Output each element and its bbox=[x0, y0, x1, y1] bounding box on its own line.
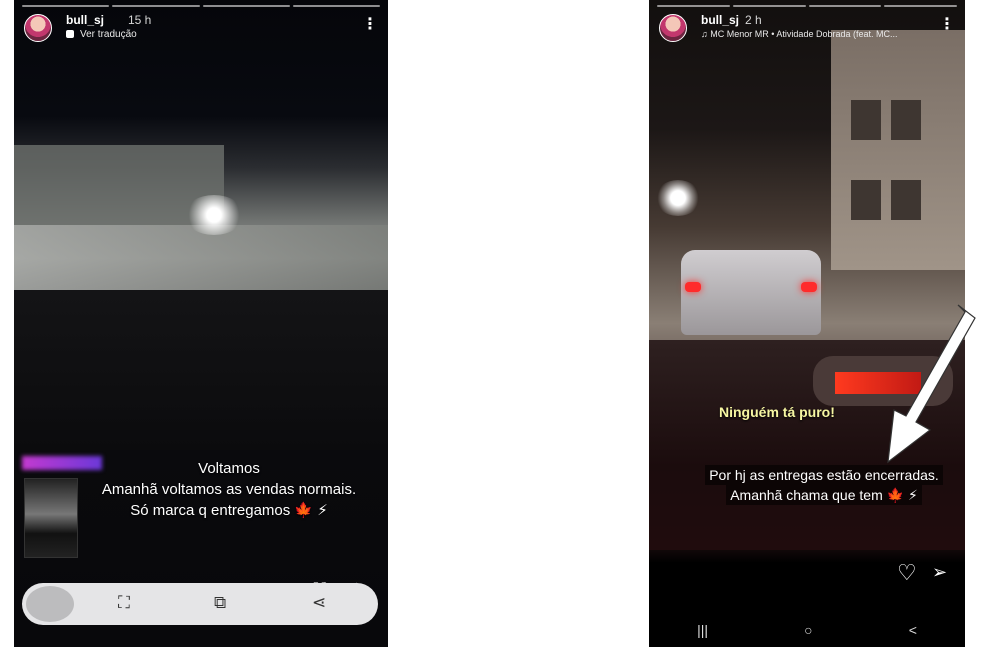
caption-line: Amanhã voltamos as vendas normais. bbox=[101, 481, 357, 498]
bubble-button[interactable] bbox=[26, 586, 74, 622]
bottom-toolbar: ⛶ ⧉ ⋖ bbox=[22, 583, 378, 625]
edit-image-icon[interactable]: ⧉ bbox=[214, 593, 226, 613]
story-header: bull_sj 2 h ♫ MC Menor MR • Atividade Do… bbox=[659, 12, 955, 44]
send-icon[interactable]: ➢ bbox=[932, 562, 947, 583]
translate-icon bbox=[66, 30, 74, 38]
avatar[interactable] bbox=[24, 14, 52, 42]
username[interactable]: bull_sj bbox=[701, 13, 739, 27]
scan-icon[interactable]: ⛶ bbox=[118, 593, 130, 613]
car-dashboard bbox=[14, 290, 388, 450]
background-light bbox=[184, 195, 244, 235]
story-progress bbox=[657, 5, 957, 7]
street-light bbox=[655, 180, 701, 216]
story-progress bbox=[22, 5, 380, 7]
car-ahead bbox=[681, 250, 821, 335]
sticker-text: Ninguém tá puro! bbox=[719, 404, 835, 420]
music-label[interactable]: ♫ MC Menor MR • Atividade Dobrada (feat.… bbox=[701, 29, 897, 39]
post-time: 15 h bbox=[128, 13, 152, 27]
post-time: 2 h bbox=[745, 13, 762, 27]
story-thumbnail[interactable] bbox=[24, 478, 78, 558]
more-options-icon[interactable]: ⋮ bbox=[939, 14, 955, 34]
android-nav-bar: ||| ○ < bbox=[649, 613, 965, 647]
caption-line: Só marca q entregamos 🍁 ⚡ bbox=[130, 502, 328, 519]
caption-line: Amanhã chama que tem 🍁 ⚡ bbox=[726, 485, 922, 505]
background-building bbox=[831, 30, 965, 270]
story-caption: Voltamos Amanhã voltamos as vendas norma… bbox=[74, 458, 384, 521]
music-title: MC Menor MR • Atividade Dobrada (feat. M… bbox=[710, 29, 898, 39]
more-options-icon[interactable]: ⋮ bbox=[362, 14, 378, 34]
home-button[interactable]: ○ bbox=[804, 622, 812, 638]
left-story-screen: bull_sj 15 h Ver tradução ⋮ Voltamos Ama… bbox=[14, 0, 388, 647]
username[interactable]: bull_sj bbox=[66, 13, 104, 27]
story-caption: Por hj as entregas estão encerradas. Ama… bbox=[699, 465, 949, 505]
music-icon: ♫ bbox=[701, 29, 711, 39]
translate-link[interactable]: Ver tradução bbox=[66, 29, 137, 40]
caption-line: Voltamos bbox=[198, 460, 260, 477]
share-icon[interactable]: ⋖ bbox=[312, 593, 326, 613]
story-header: bull_sj 15 h Ver tradução ⋮ bbox=[24, 12, 378, 44]
recent-apps-button[interactable]: ||| bbox=[697, 622, 708, 638]
annotation-arrow-icon bbox=[887, 304, 976, 464]
back-button[interactable]: < bbox=[909, 622, 917, 638]
avatar[interactable] bbox=[659, 14, 687, 42]
translate-label: Ver tradução bbox=[80, 29, 137, 40]
heart-icon[interactable]: ♡ bbox=[897, 560, 917, 586]
background-wall bbox=[14, 225, 388, 295]
